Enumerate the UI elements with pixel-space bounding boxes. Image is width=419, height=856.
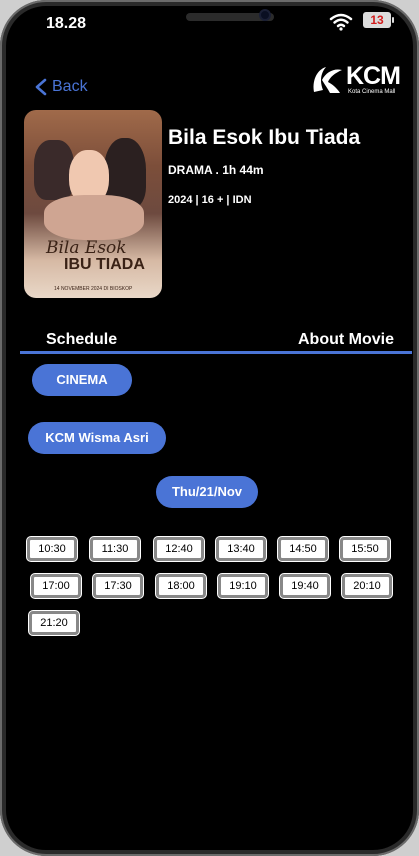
showtime-button[interactable]: 19:40	[280, 574, 330, 598]
movie-poster: Bila Esok IBU TIADA 14 NOVEMBER 2024 DI …	[24, 110, 162, 298]
showtime-button[interactable]: 12:40	[154, 537, 204, 561]
movie-meta: 2024 | 16 + | IDN	[168, 194, 252, 206]
tab-underline	[20, 351, 412, 354]
back-label: Back	[52, 78, 88, 95]
showtime-button[interactable]: 21:20	[29, 611, 79, 635]
kcm-logo-mark	[313, 67, 342, 93]
showtime-button[interactable]: 15:50	[340, 537, 390, 561]
cinema-location-button[interactable]: KCM Wisma Asri	[28, 422, 166, 454]
logo-subtitle: Kota Cinema Mall	[348, 89, 396, 95]
showtime-button[interactable]: 11:30	[90, 537, 140, 561]
kcm-logo: KCM Kota Cinema Mall	[310, 62, 406, 102]
front-camera	[259, 9, 271, 21]
back-button[interactable]: Back	[34, 78, 88, 96]
showtime-button[interactable]: 13:40	[216, 537, 266, 561]
showtime-button[interactable]: 18:00	[156, 574, 206, 598]
poster-title-line1: Bila Esok	[46, 238, 127, 258]
showtime-button[interactable]: 17:00	[31, 574, 81, 598]
cinema-button[interactable]: CINEMA	[32, 364, 132, 396]
movie-genre-duration: DRAMA . 1h 44m	[168, 163, 264, 177]
logo-brand: KCM	[346, 62, 401, 90]
showtime-button[interactable]: 17:30	[93, 574, 143, 598]
movie-title: Bila Esok Ibu Tiada	[168, 126, 361, 149]
poster-date: 14 NOVEMBER 2024 DI BIOSKOP	[54, 286, 133, 292]
tab-schedule[interactable]: Schedule	[46, 331, 117, 349]
battery-icon: 13	[363, 12, 394, 28]
poster-title-line2: IBU TIADA	[64, 256, 145, 273]
showtime-button[interactable]: 10:30	[27, 537, 77, 561]
showtime-button[interactable]: 19:10	[218, 574, 268, 598]
chevron-left-icon	[35, 78, 47, 96]
wifi-icon	[329, 13, 353, 31]
status-time: 18.28	[46, 15, 87, 32]
showtime-button[interactable]: 20:10	[342, 574, 392, 598]
showtime-button[interactable]: 14:50	[278, 537, 328, 561]
date-button[interactable]: Thu/21/Nov	[156, 476, 258, 508]
tab-about-movie[interactable]: About Movie	[298, 331, 394, 349]
phone-screen: 18.28 13 Back KCM Kota Cinema Mall Bila …	[0, 0, 419, 856]
